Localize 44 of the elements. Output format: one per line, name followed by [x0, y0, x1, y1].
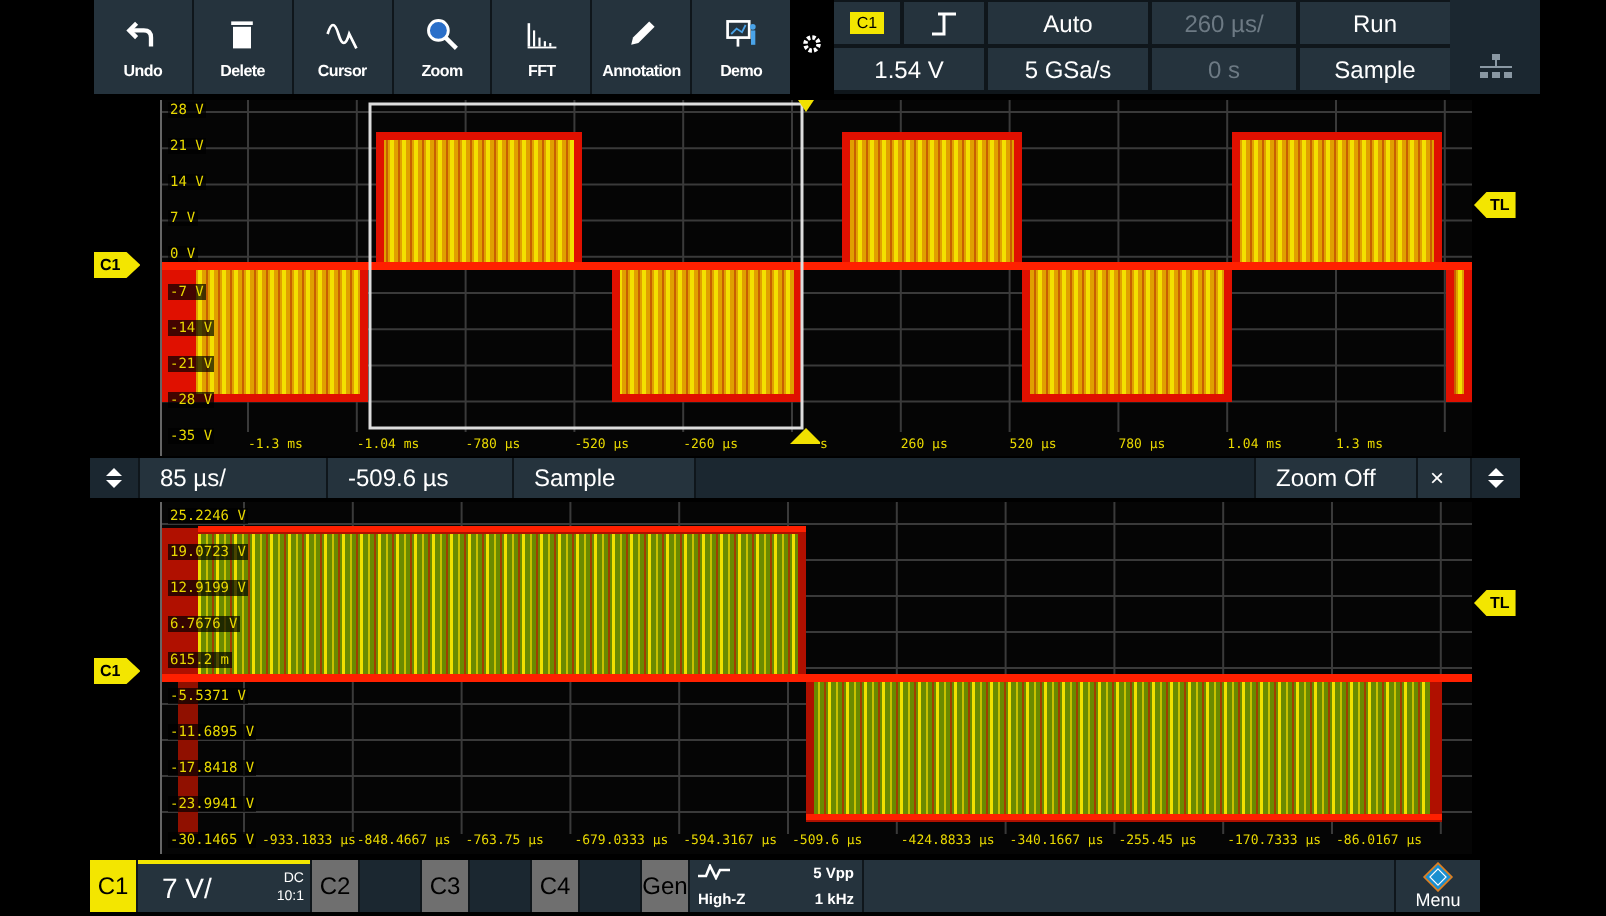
rising-edge-icon [930, 11, 958, 35]
toolbar-button[interactable]: Zoom [393, 0, 491, 94]
toolbar-button[interactable]: Annotation [592, 0, 691, 94]
generator-tab[interactable]: Gen [642, 860, 688, 912]
network-cell[interactable] [1450, 0, 1540, 94]
waveform-icon [698, 864, 730, 880]
trigger-level-cell[interactable]: 1.54 V [834, 48, 984, 90]
settings-icon[interactable] [802, 34, 822, 54]
presentation-icon [723, 15, 760, 51]
toolbar-button[interactable]: FFT [492, 0, 591, 94]
trigger-level-marker[interactable]: TL [1474, 590, 1516, 616]
toolbar-button[interactable]: Undo [94, 0, 192, 94]
zoom-off-button[interactable]: Zoom Off [1256, 458, 1416, 498]
up-down-icon[interactable] [90, 458, 138, 498]
channel-tab[interactable]: C2 [312, 860, 358, 912]
trigger-edge-cell[interactable] [904, 2, 984, 44]
diamond-logo-icon [1422, 862, 1454, 892]
trigger-position-marker[interactable] [798, 100, 814, 112]
zoom-scale-field[interactable]: 85 µs/ [140, 458, 326, 498]
acquisition-mode-cell[interactable]: Sample [1300, 48, 1450, 90]
vertical-scale: 7 V/ [162, 872, 212, 904]
toolbar-button[interactable]: Cursor [293, 0, 392, 94]
toolbar-button[interactable]: Demo [692, 0, 791, 94]
channel-tab[interactable]: C4 [532, 860, 578, 912]
up-down-icon[interactable] [1472, 458, 1520, 498]
zoom-position-field[interactable]: -509.6 µs [328, 458, 512, 498]
channel-tab[interactable]: C3 [422, 860, 468, 912]
menu-button[interactable]: Menu [1396, 860, 1480, 912]
close-button[interactable]: × [1418, 458, 1470, 498]
toolbar-button[interactable]: Delete [193, 0, 292, 94]
channel-marker[interactable]: C1 [94, 658, 141, 684]
trigger-mode-cell[interactable]: Auto [988, 2, 1148, 44]
zoom-position-marker[interactable] [790, 428, 822, 444]
zoom-window-frame[interactable] [368, 102, 804, 430]
network-icon [1477, 54, 1513, 78]
channel-marker[interactable]: C1 [94, 252, 141, 278]
zoom-mode-field[interactable]: Sample [514, 458, 694, 498]
trigger-source-cell[interactable]: C1 [834, 2, 900, 44]
channel-badge: C1 [850, 12, 884, 34]
run-state-cell[interactable]: Run [1300, 2, 1450, 44]
trigger-level-marker[interactable]: TL [1474, 192, 1516, 218]
zoom-icon [424, 15, 460, 51]
channel-tab[interactable]: C1 [90, 860, 136, 912]
sample-rate-cell[interactable]: 5 GSa/s [988, 48, 1148, 90]
